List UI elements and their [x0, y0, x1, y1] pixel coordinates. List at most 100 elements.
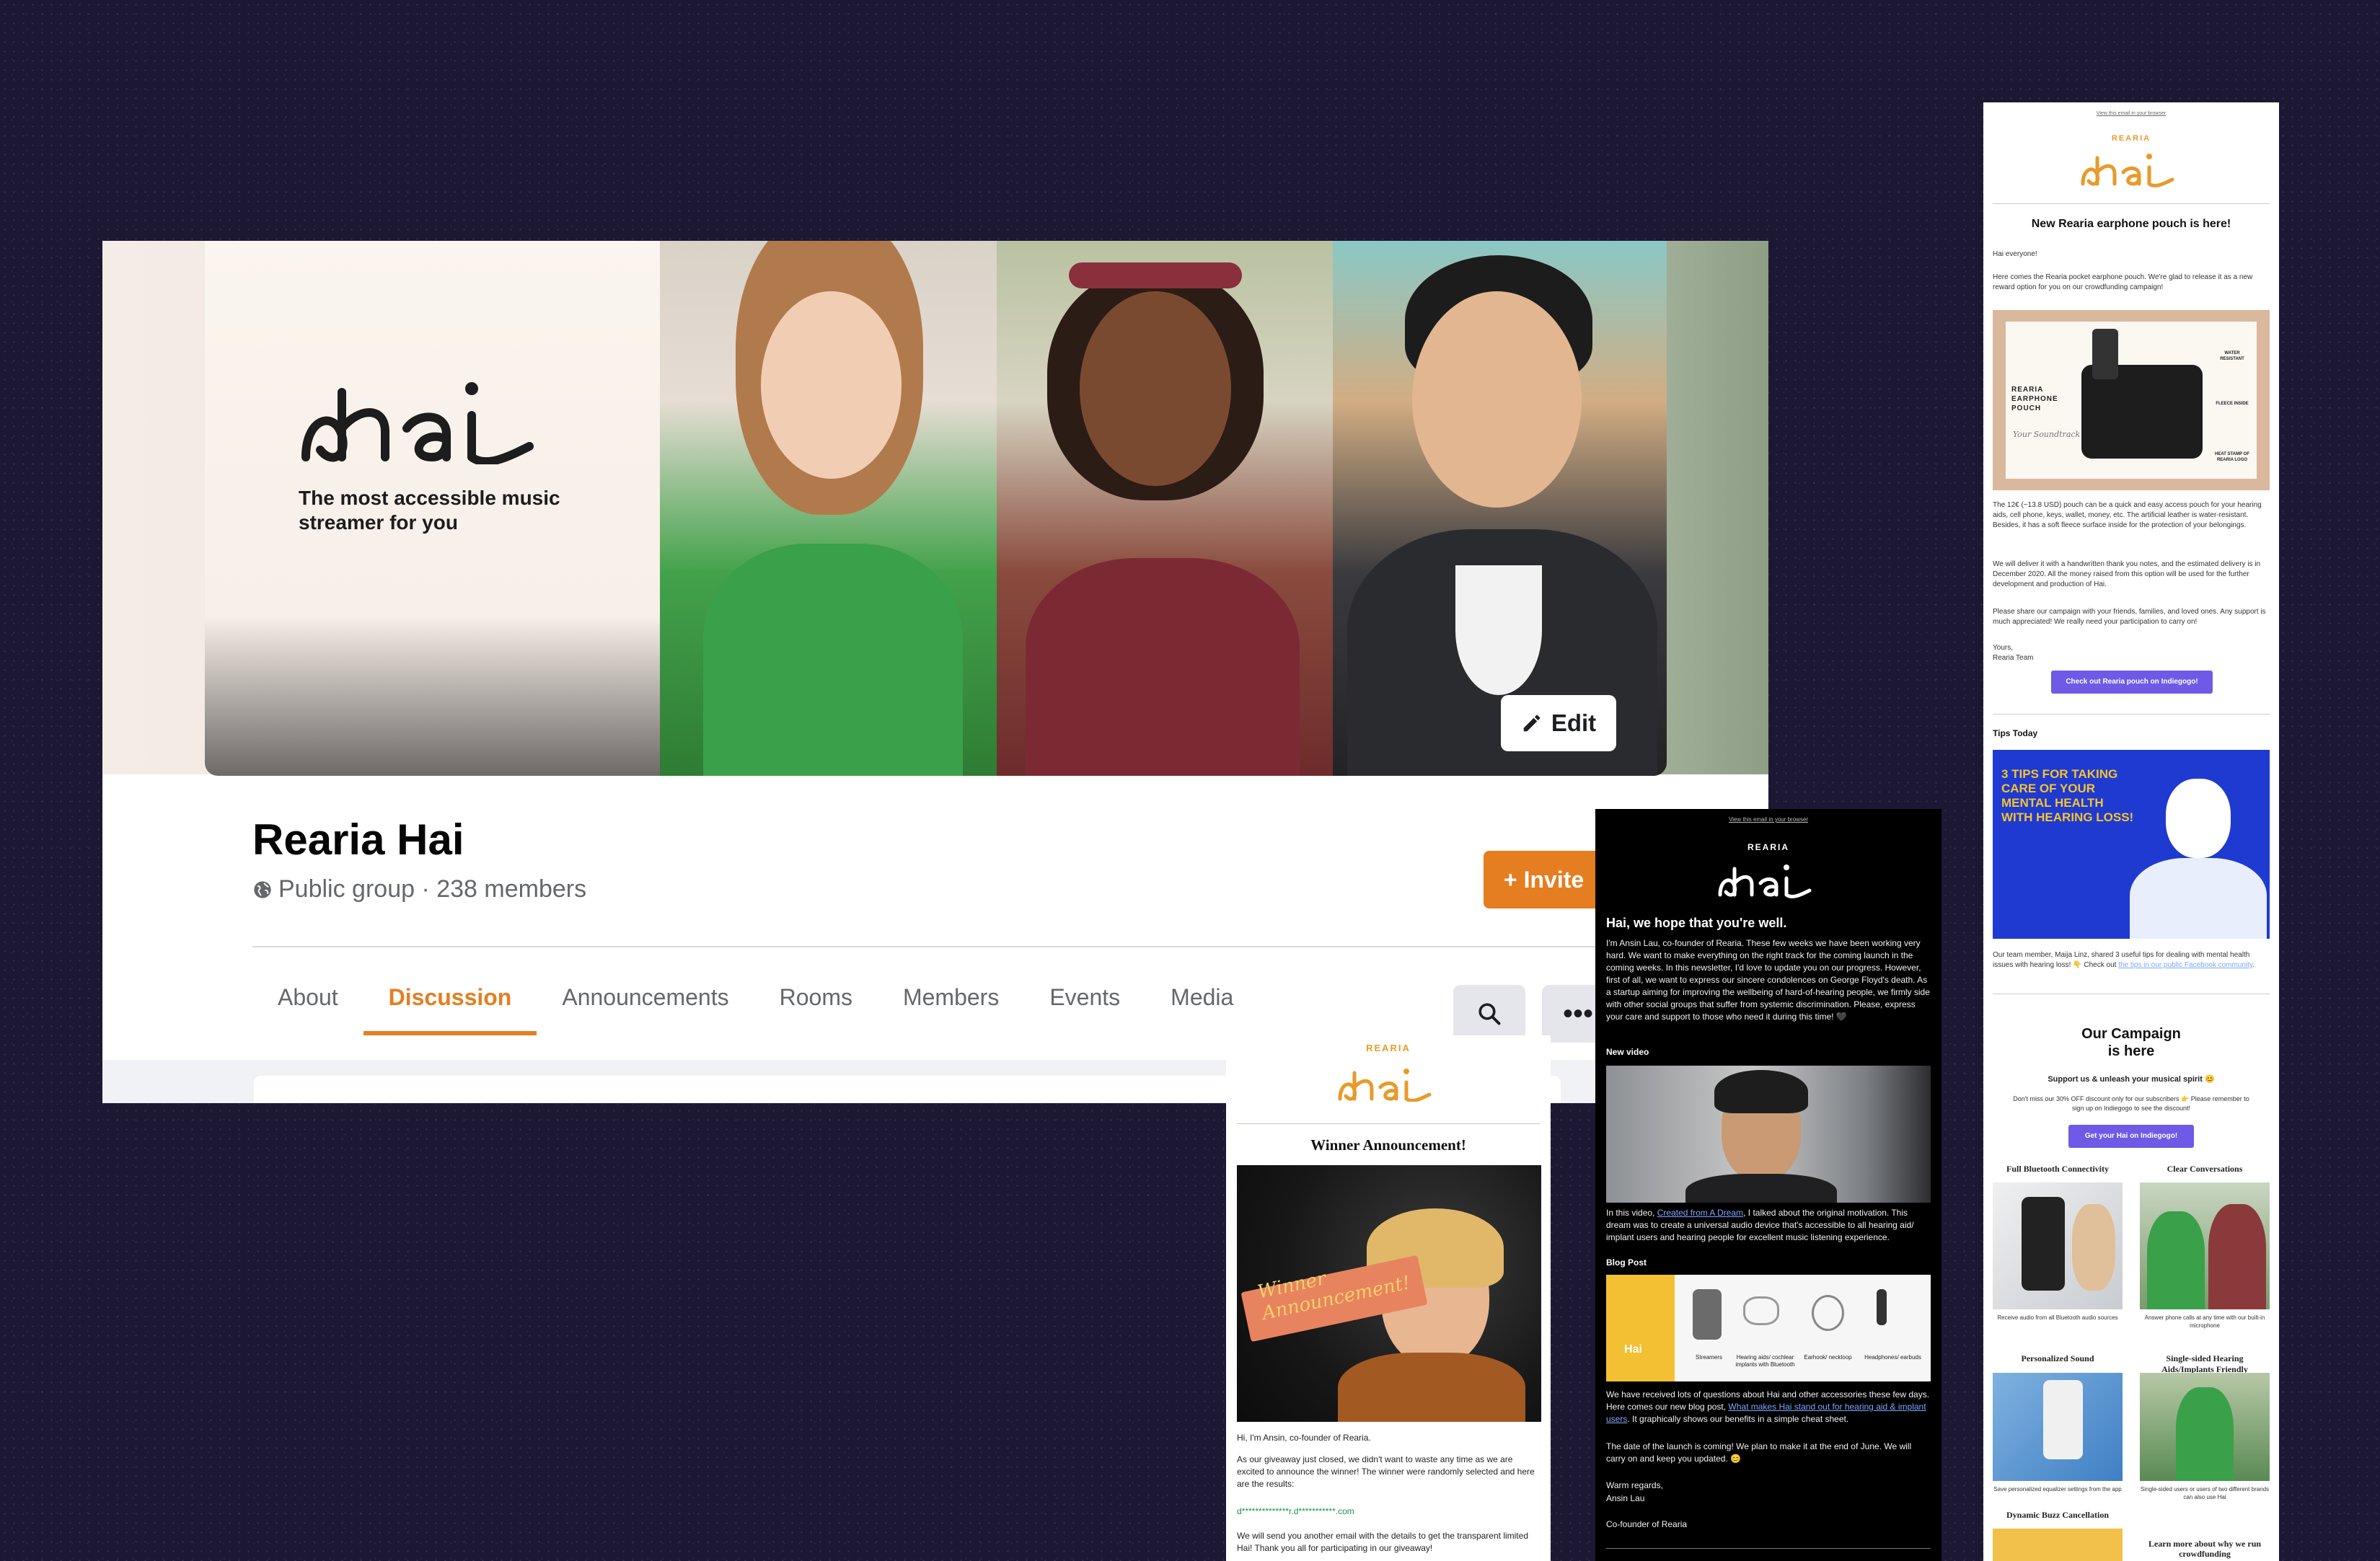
tips-text-post: . — [2252, 961, 2255, 969]
headline: Hai, we hope that you're well. — [1606, 916, 1787, 930]
tips-banner-text: 3 TIPS FOR TAKING CARE OF YOUR MENTAL HE… — [2001, 767, 2134, 824]
cover-photo: The most accessible music streamer for y… — [205, 241, 1667, 776]
tips-link[interactable]: the tips in our public Facebook communit… — [2118, 961, 2252, 969]
cover-tagline: The most accessible music streamer for y… — [299, 487, 560, 534]
pouch-feature: WATER RESISTANT — [2220, 351, 2244, 361]
earhook-device — [1812, 1295, 1844, 1331]
view-in-browser-link[interactable]: View this email in your browser — [1983, 110, 2279, 118]
email-newsletter: View this email in your browser REARIA H… — [1595, 809, 1942, 1561]
intro: I'm Ansin Lau, co-founder of Rearia. The… — [1606, 938, 1930, 1022]
sign-yours: Yours, — [1993, 644, 2013, 652]
blog-item-label: Streamers — [1696, 1354, 1722, 1361]
brand-wordmark: REARIA — [1366, 1043, 1411, 1053]
pouch-feature: FLEECE INSIDE — [2216, 402, 2249, 406]
person-figure — [2208, 1204, 2266, 1309]
winner-photo: Winner Announcement! — [1237, 1165, 1541, 1422]
sign-team: Rearia Team — [1993, 654, 2034, 662]
greeting: Hai everyone! — [1993, 250, 2037, 258]
feature-title: Personalized Sound — [2021, 1353, 2094, 1363]
pouch-card: REARIA EARPHONE POUCH Your Soundtrack WA… — [2006, 322, 2257, 479]
feed-card — [254, 1076, 1132, 1103]
feature-image-conversations — [2140, 1182, 2270, 1309]
blog-item-label: Headphones/ earbuds — [1864, 1354, 1921, 1361]
person-figure — [2147, 1211, 2205, 1309]
video-link[interactable]: Created from A Dream — [1657, 1208, 1743, 1218]
feature-image-personalized — [1993, 1373, 2123, 1481]
pouch-label: REARIA EARPHONE POUCH — [2011, 386, 2058, 412]
pouch-cta-button[interactable]: Check out Rearia pouch on Indiegogo! — [2051, 671, 2213, 694]
person-shirt — [1685, 1174, 1837, 1203]
tab-rooms[interactable]: Rooms — [754, 962, 878, 1027]
hai-logo — [301, 382, 534, 464]
blog-item-label: Earhook/ neckloop — [1804, 1354, 1852, 1361]
feature-title: Single-sided Hearing Aids/Implants Frien… — [2161, 1353, 2248, 1374]
intro: Here comes the Rearia pocket earphone po… — [1993, 273, 2253, 291]
cover-brand-panel: The most accessible music streamer for y… — [205, 241, 660, 776]
video-thumbnail[interactable] — [1606, 1066, 1931, 1203]
edit-cover-button[interactable]: Edit — [1501, 695, 1616, 751]
pouch-image: REARIA EARPHONE POUCH Your Soundtrack WA… — [1993, 310, 2270, 490]
email-pouch-announcement: View this email in your browser REARIA N… — [1983, 102, 2279, 1561]
tips-heading: Tips Today — [1993, 728, 2038, 738]
tab-about[interactable]: About — [252, 962, 363, 1027]
group-tabs: About Discussion Announcements Rooms Mem… — [252, 962, 1259, 1035]
video-text-pre: In this video, — [1606, 1208, 1657, 1218]
divider — [1993, 203, 2270, 204]
pencil-icon — [1523, 715, 1541, 732]
greeting: Hi, I'm Ansin, co-founder of Rearia. — [1237, 1433, 1371, 1443]
cover-photo-woman-earbuds — [997, 241, 1333, 776]
divider — [1993, 714, 2270, 715]
video-heading: New video — [1606, 1047, 1649, 1057]
email-title: New Rearia earphone pouch is here! — [2031, 218, 2231, 230]
hai-logo — [1718, 864, 1812, 898]
pouch-feature: HEAT STAMP OF REARIA LOGO — [2215, 452, 2249, 462]
tab-members[interactable]: Members — [878, 962, 1024, 1027]
feature-caption: Single-sided users or users of two diffe… — [2140, 1486, 2270, 1500]
illustration-body — [2130, 858, 2267, 939]
search-button[interactable] — [1453, 985, 1525, 1043]
campaign-text: Don't miss our 30% OFF discount only for… — [2013, 1095, 2249, 1112]
feature-image-single-sided — [2140, 1373, 2270, 1481]
edit-label: Edit — [1551, 709, 1597, 736]
brand-wordmark: REARIA — [1747, 842, 1789, 852]
search-icon — [1478, 1003, 1501, 1025]
tab-announcements[interactable]: Announcements — [537, 962, 754, 1027]
campaign-cta-button[interactable]: Get your Hai on Indiegogo! — [2068, 1125, 2194, 1148]
hai-device-panel — [1606, 1275, 1675, 1381]
globe-icon — [254, 880, 271, 898]
signer-title: Co-founder of Rearia — [1606, 1519, 1688, 1529]
launch-text: The date of the launch is coming! We pla… — [1606, 1441, 1912, 1464]
phone-device — [2022, 1197, 2065, 1291]
illustration-head — [2166, 779, 2231, 858]
closing: We will send you another email with the … — [1237, 1531, 1528, 1553]
feature-title: Full Bluetooth Connectivity — [2006, 1164, 2109, 1174]
signer: Ansin Lau — [1606, 1493, 1645, 1503]
email-title: Winner Announcement! — [1310, 1136, 1466, 1154]
campaign-title-line-1: Our Campaign — [2081, 1026, 2181, 1042]
regards: Warm regards, — [1606, 1480, 1663, 1490]
campaign-subtitle: Support us & unleash your musical spirit… — [2048, 1075, 2215, 1084]
campaign-title-line-2: is here — [2107, 1043, 2155, 1059]
paragraph-3: Please share our campaign with your frie… — [1993, 608, 2266, 626]
tab-events[interactable]: Events — [1024, 962, 1145, 1027]
winner-email: d**************r.d***********.com — [1237, 1506, 1354, 1516]
cover-photo-woman-green — [660, 241, 997, 776]
blog-image[interactable]: Hai Streamers Hearing aids/ cochlear imp… — [1606, 1275, 1931, 1381]
tab-media[interactable]: Media — [1145, 962, 1259, 1027]
campaign-title: Our Campaign is here — [1983, 1025, 2279, 1060]
view-in-browser-link[interactable]: View this email in your browser — [1595, 816, 1942, 823]
more-icon: ••• — [1562, 997, 1593, 1030]
feature-caption: Receive audio from all Bluetooth audio s… — [1997, 1314, 2118, 1321]
tab-discussion[interactable]: Discussion — [363, 962, 537, 1035]
earphone-device — [2092, 329, 2118, 379]
person-figure — [2072, 1204, 2115, 1291]
streamer-device — [1693, 1289, 1722, 1340]
tips-banner[interactable]: 3 TIPS FOR TAKING CARE OF YOUR MENTAL HE… — [1993, 750, 2270, 939]
person-shirt — [1338, 1353, 1525, 1422]
email-winner-announcement: REARIA Winner Announcement! Winner Annou… — [1226, 1035, 1551, 1561]
feature-title: Clear Conversations — [2167, 1164, 2243, 1174]
blog-text-post: . It graphically shows our benefits in a… — [1627, 1414, 1849, 1424]
phone-device — [2043, 1380, 2083, 1459]
person-hair — [1714, 1070, 1808, 1113]
body: As our giveaway just closed, we didn't w… — [1237, 1454, 1535, 1489]
